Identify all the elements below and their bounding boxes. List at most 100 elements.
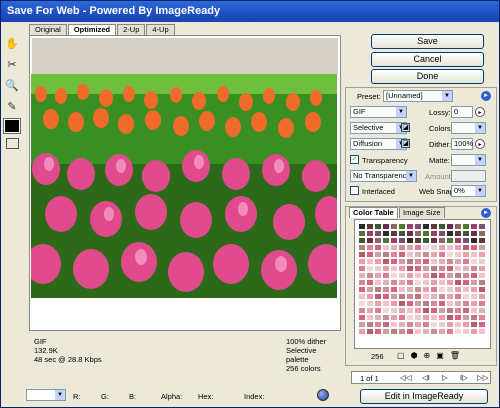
color-swatch[interactable]: [390, 314, 398, 321]
color-swatch[interactable]: [374, 258, 382, 265]
color-swatch[interactable]: [454, 258, 462, 265]
transparency-dither-select[interactable]: No Transparency ...▼: [350, 170, 417, 190]
save-button[interactable]: Save: [371, 34, 484, 49]
color-swatch[interactable]: [366, 300, 374, 307]
color-swatch[interactable]: [430, 244, 438, 251]
toggle-slices-icon[interactable]: [6, 138, 19, 149]
color-swatch[interactable]: [390, 272, 398, 279]
color-swatch[interactable]: [414, 272, 422, 279]
color-swatch[interactable]: [438, 265, 446, 272]
color-swatch[interactable]: [382, 300, 390, 307]
color-swatch[interactable]: [438, 321, 446, 328]
color-swatch[interactable]: [398, 237, 406, 244]
color-swatch[interactable]: [366, 258, 374, 265]
color-swatch[interactable]: [366, 244, 374, 251]
color-swatch[interactable]: [446, 286, 454, 293]
color-swatch[interactable]: [366, 272, 374, 279]
color-swatch[interactable]: [430, 328, 438, 335]
color-swatch[interactable]: [358, 251, 366, 258]
color-swatch[interactable]: [478, 237, 486, 244]
color-swatch[interactable]: [398, 293, 406, 300]
color-swatch[interactable]: [430, 314, 438, 321]
color-swatch[interactable]: [382, 328, 390, 335]
color-swatch[interactable]: [430, 265, 438, 272]
lossy-input[interactable]: 0: [451, 106, 473, 118]
color-swatch[interactable]: [374, 223, 382, 230]
tab-4up[interactable]: 4-Up: [146, 24, 175, 35]
color-swatch[interactable]: [374, 300, 382, 307]
color-swatch[interactable]: [414, 286, 422, 293]
dither-stepper-icon[interactable]: ▸: [475, 139, 485, 149]
color-swatch[interactable]: [382, 230, 390, 237]
color-swatch[interactable]: [478, 286, 486, 293]
color-swatch[interactable]: [478, 293, 486, 300]
color-swatch[interactable]: [430, 300, 438, 307]
color-swatch[interactable]: [382, 286, 390, 293]
color-swatch[interactable]: [382, 307, 390, 314]
color-swatch[interactable]: [470, 251, 478, 258]
color-swatch[interactable]: [390, 328, 398, 335]
edit-in-imageready-button[interactable]: Edit in ImageReady: [360, 389, 488, 404]
color-swatch[interactable]: [390, 286, 398, 293]
tab-image-size[interactable]: Image Size: [399, 207, 445, 218]
color-swatch[interactable]: [406, 223, 414, 230]
color-swatch[interactable]: [390, 300, 398, 307]
color-swatch[interactable]: [438, 244, 446, 251]
color-swatch[interactable]: [382, 272, 390, 279]
color-swatch[interactable]: [454, 244, 462, 251]
color-swatch[interactable]: [422, 244, 430, 251]
color-swatch[interactable]: [470, 314, 478, 321]
color-swatch[interactable]: [438, 314, 446, 321]
color-swatch[interactable]: [478, 321, 486, 328]
tab-2up[interactable]: 2-Up: [117, 24, 146, 35]
color-swatch[interactable]: [438, 272, 446, 279]
color-swatch[interactable]: [470, 244, 478, 251]
color-swatch[interactable]: [470, 300, 478, 307]
color-swatch[interactable]: [414, 300, 422, 307]
dither-algorithm-select[interactable]: Diffusion▼: [350, 138, 407, 150]
color-swatch[interactable]: [470, 258, 478, 265]
color-swatch[interactable]: [470, 237, 478, 244]
color-swatch[interactable]: [462, 314, 470, 321]
color-swatch[interactable]: [374, 272, 382, 279]
color-swatch[interactable]: [414, 279, 422, 286]
color-swatch[interactable]: [390, 237, 398, 244]
color-swatch[interactable]: [414, 293, 422, 300]
color-swatch[interactable]: [462, 223, 470, 230]
color-swatch[interactable]: [358, 328, 366, 335]
color-swatch[interactable]: [398, 307, 406, 314]
add-color-icon[interactable]: ⊕: [424, 351, 431, 360]
color-swatch[interactable]: [422, 307, 430, 314]
settings-menu-icon[interactable]: ►: [481, 91, 491, 101]
color-swatch[interactable]: [478, 265, 486, 272]
color-swatch[interactable]: [398, 223, 406, 230]
color-swatch[interactable]: [454, 321, 462, 328]
color-swatch[interactable]: [390, 279, 398, 286]
color-swatch[interactable]: [374, 237, 382, 244]
color-swatch[interactable]: [358, 237, 366, 244]
color-swatch[interactable]: [430, 279, 438, 286]
color-swatch[interactable]: [470, 321, 478, 328]
color-swatch[interactable]: [406, 328, 414, 335]
color-swatch[interactable]: [422, 230, 430, 237]
color-swatch[interactable]: [374, 307, 382, 314]
color-swatch[interactable]: [414, 223, 422, 230]
color-swatch[interactable]: [382, 251, 390, 258]
interlaced-checkbox[interactable]: [350, 186, 359, 195]
color-swatch[interactable]: [398, 272, 406, 279]
color-swatch[interactable]: [414, 307, 422, 314]
color-swatch[interactable]: [422, 258, 430, 265]
color-swatch[interactable]: [382, 279, 390, 286]
color-swatch[interactable]: [462, 237, 470, 244]
color-swatch[interactable]: [438, 286, 446, 293]
color-swatch[interactable]: [414, 265, 422, 272]
color-swatch[interactable]: [446, 237, 454, 244]
color-swatch[interactable]: [422, 223, 430, 230]
color-swatch[interactable]: [358, 286, 366, 293]
color-swatch[interactable]: [430, 272, 438, 279]
color-swatch[interactable]: [358, 223, 366, 230]
color-swatch[interactable]: [390, 223, 398, 230]
dither-mask-icon[interactable]: ◪: [401, 139, 410, 148]
color-swatch[interactable]: [398, 321, 406, 328]
color-swatch[interactable]: [454, 300, 462, 307]
